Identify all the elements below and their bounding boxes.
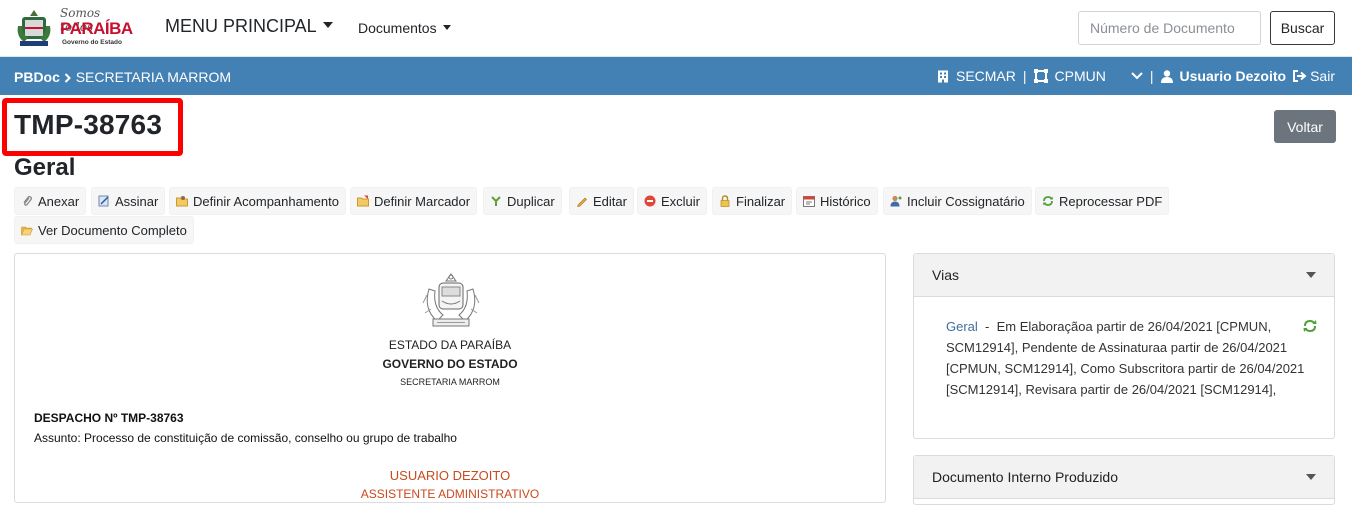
unit-icon bbox=[1033, 69, 1048, 83]
top-navbar: Somos todos PARAÍBA Governo do Estado ME… bbox=[0, 0, 1352, 57]
logo-name: PARAÍBA bbox=[60, 19, 133, 38]
vias-header[interactable]: Vias bbox=[914, 254, 1334, 297]
back-button[interactable]: Voltar bbox=[1274, 110, 1336, 143]
action-label: Editar bbox=[593, 193, 627, 209]
logo-subtitle: Governo do Estado bbox=[62, 39, 122, 46]
signer-name: USUARIO DEZOITO bbox=[389, 468, 511, 483]
document-government: GOVERNO DO ESTADO bbox=[382, 357, 518, 371]
action-reprocessar-pdf[interactable]: Reprocessar PDF bbox=[1035, 187, 1170, 215]
paperclip-icon bbox=[23, 195, 33, 206]
main-menu-label: MENU PRINCIPAL bbox=[165, 16, 317, 36]
vias-content: Geral - Em Elaboraçãoa partir de 26/04/2… bbox=[946, 316, 1318, 400]
recycle-icon[interactable] bbox=[1302, 319, 1318, 333]
unit-label[interactable]: CPMUN bbox=[1055, 68, 1106, 84]
coat-of-arms-icon bbox=[17, 10, 51, 46]
vias-title: Vias bbox=[932, 267, 959, 283]
caret-down-icon bbox=[322, 22, 333, 29]
action-anexar[interactable]: Anexar bbox=[14, 187, 87, 215]
action-finalizar[interactable]: Finalizar bbox=[712, 187, 793, 215]
action-label: Reprocessar PDF bbox=[1059, 193, 1163, 209]
user-add-icon bbox=[890, 195, 902, 207]
building-icon bbox=[937, 70, 948, 82]
back-button-label: Voltar bbox=[1287, 118, 1323, 135]
lock-icon bbox=[720, 195, 730, 207]
signer-role: ASSISTENTE ADMINISTRATIVO bbox=[360, 487, 540, 501]
page-title: TMP-38763 bbox=[14, 109, 163, 140]
document-preview: ESTADO DA PARAÍBA GOVERNO DO ESTADO SECR… bbox=[14, 253, 886, 503]
recycle-icon bbox=[1043, 196, 1053, 206]
action-label: Excluir bbox=[661, 193, 701, 209]
produced-title: Documento Interno Produzido bbox=[932, 469, 1118, 485]
action-label: Duplicar bbox=[507, 193, 555, 209]
search-button[interactable]: Buscar bbox=[1270, 11, 1335, 45]
main-menu-dropdown[interactable]: MENU PRINCIPAL bbox=[165, 16, 333, 37]
vias-panel: Vias Geral - Em Elaboraçãoa partir de 26… bbox=[913, 253, 1335, 439]
produced-document-panel: Documento Interno Produzido bbox=[913, 455, 1335, 505]
action-label: Ver Documento Completo bbox=[38, 222, 187, 238]
state-crest-icon bbox=[422, 273, 480, 327]
action-label: Anexar bbox=[38, 193, 80, 209]
action-assinar[interactable]: Assinar bbox=[91, 187, 166, 215]
action-historico[interactable]: Histórico bbox=[796, 187, 878, 215]
action-label: Incluir Cossignatário bbox=[907, 193, 1025, 209]
action-label: Definir Acompanhamento bbox=[193, 193, 339, 209]
breadcrumb-bar: PBDoc SECRETARIA MARROM SECMAR | CPMUN |… bbox=[0, 57, 1352, 95]
folder-tag-icon bbox=[357, 195, 369, 207]
action-label: Assinar bbox=[115, 193, 159, 209]
fork-icon bbox=[491, 196, 501, 206]
action-definir-acompanhamento[interactable]: Definir Acompanhamento bbox=[169, 187, 346, 215]
document-number-input[interactable] bbox=[1078, 11, 1261, 45]
caret-down-icon bbox=[442, 24, 451, 30]
breadcrumb-root[interactable]: PBDoc bbox=[14, 69, 60, 85]
breadcrumb-current: SECRETARIA MARROM bbox=[75, 69, 231, 85]
separator: | bbox=[1149, 68, 1154, 84]
action-duplicar[interactable]: Duplicar bbox=[483, 187, 562, 215]
action-editar[interactable]: Editar bbox=[569, 187, 634, 215]
action-definir-marcador[interactable]: Definir Marcador bbox=[350, 187, 478, 215]
page-subtitle: Geral bbox=[14, 154, 76, 181]
calendar-icon bbox=[803, 196, 815, 207]
folder-user-icon bbox=[176, 196, 188, 207]
logout-label: Sair bbox=[1310, 68, 1335, 84]
user-context: SECMAR | CPMUN | Usuario Dezoito Sair bbox=[937, 68, 1335, 84]
logout-link[interactable]: Sair bbox=[1293, 68, 1335, 84]
document-state: ESTADO DA PARAÍBA bbox=[388, 338, 512, 352]
pencil-icon bbox=[577, 197, 587, 207]
action-label: Finalizar bbox=[736, 193, 786, 209]
chevron-down-icon[interactable] bbox=[1113, 71, 1143, 81]
paraiba-logo[interactable]: Somos todos PARAÍBA Governo do Estado bbox=[14, 6, 133, 50]
sign-icon bbox=[98, 195, 109, 207]
user-name[interactable]: Usuario Dezoito bbox=[1180, 68, 1287, 84]
via-dash: - bbox=[985, 319, 990, 334]
breadcrumb: PBDoc SECRETARIA MARROM bbox=[14, 69, 231, 85]
org-label[interactable]: SECMAR bbox=[956, 68, 1016, 84]
via-link[interactable]: Geral bbox=[946, 319, 978, 334]
caret-down-icon bbox=[1306, 474, 1316, 480]
action-ver-documento-completo[interactable]: Ver Documento Completo bbox=[14, 216, 194, 244]
user-icon bbox=[1160, 69, 1173, 83]
delete-icon bbox=[644, 195, 656, 207]
via-status-text: Em Elaboraçãoa partir de 26/04/2021 [CPM… bbox=[946, 319, 1305, 397]
action-excluir[interactable]: Excluir bbox=[637, 187, 708, 215]
document-subject: Assunto: Processo de constituição de com… bbox=[34, 431, 457, 445]
document-despacho: DESPACHO Nº TMP-38763 bbox=[34, 411, 184, 425]
produced-header[interactable]: Documento Interno Produzido bbox=[914, 456, 1334, 499]
sign-out-icon bbox=[1293, 70, 1307, 82]
folder-open-icon bbox=[21, 226, 33, 236]
document-secretariat: SECRETARIA MARROM bbox=[400, 377, 500, 387]
caret-down-icon bbox=[1306, 272, 1316, 278]
action-incluir-cossignatario[interactable]: Incluir Cossignatário bbox=[883, 187, 1032, 215]
documents-menu-dropdown[interactable]: Documentos bbox=[358, 20, 451, 36]
documents-menu-label: Documentos bbox=[358, 20, 437, 36]
chevron-right-icon bbox=[64, 73, 71, 84]
separator: | bbox=[1022, 68, 1027, 84]
action-label: Definir Marcador bbox=[374, 193, 471, 209]
action-label: Histórico bbox=[820, 193, 871, 209]
